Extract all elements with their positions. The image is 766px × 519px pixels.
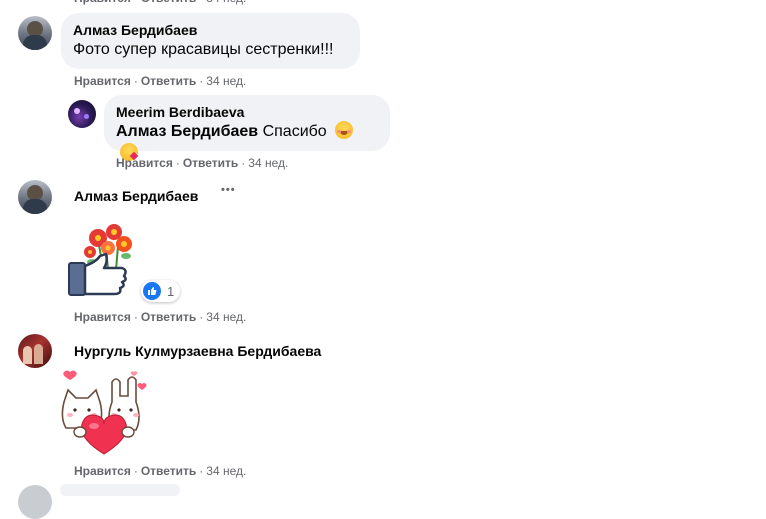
comment-actions-clipped: Нравится·Ответить·34 нед. [74, 0, 246, 6]
reply-bubble: Meerim Berdibaeva Алмаз Бердибаев Спасиб… [104, 95, 390, 161]
thumbs-up-with-flowers-sticker[interactable] [66, 216, 142, 300]
timestamp[interactable]: 34 нед. [206, 464, 246, 478]
like-link[interactable]: Нравится [116, 156, 173, 170]
avatar[interactable] [18, 334, 52, 368]
separator: · [199, 310, 204, 324]
cute-cats-with-heart-sticker[interactable] [58, 368, 152, 456]
mention-link[interactable]: Алмаз Бердибаев [116, 123, 258, 140]
comment-actions: Нравится · Ответить · 34 нед. [74, 309, 246, 325]
separator: · [199, 0, 203, 5]
reply-link[interactable]: Ответить [183, 156, 238, 170]
comment-actions: Нравится · Ответить · 34 нед. [74, 463, 246, 479]
avatar-body [23, 35, 47, 50]
sticker-graphic [61, 370, 147, 455]
comment-author[interactable]: Нургуль Кулмурзаевна Бердибаева [74, 342, 321, 360]
reply-link[interactable]: Ответить [141, 0, 196, 5]
like-link[interactable]: Нравится [74, 310, 131, 324]
separator: · [199, 464, 204, 478]
like-link[interactable]: Нравится [74, 0, 131, 5]
reply-link[interactable]: Ответить [141, 74, 196, 88]
separator: · [133, 74, 138, 88]
avatar-body [23, 199, 47, 214]
separator: · [175, 156, 180, 170]
timestamp[interactable]: 34 нед. [206, 74, 246, 88]
reply-text: Спасибо [262, 123, 327, 140]
comment-text: Фото супер красавицы сестренки!!! [73, 41, 334, 58]
comment-bubble: Алмаз Бердибаев Фото супер красавицы сес… [61, 13, 360, 69]
like-link[interactable]: Нравится [74, 464, 131, 478]
separator: · [134, 0, 138, 5]
heart-icon [63, 370, 77, 380]
avatar[interactable] [68, 100, 96, 128]
like-link[interactable]: Нравится [74, 74, 131, 88]
heart-icon [137, 383, 147, 390]
avatar[interactable] [18, 180, 52, 214]
avatar-light [84, 114, 89, 119]
avatar-edge [18, 485, 52, 519]
comment-author[interactable]: Meerim Berdibaeva [116, 103, 378, 121]
avatar[interactable] [18, 16, 52, 50]
like-reaction-icon [143, 282, 161, 300]
separator: · [199, 74, 204, 88]
reaction-summary[interactable]: 1 [141, 280, 181, 302]
comment-author[interactable]: Алмаз Бердибаев [74, 187, 198, 205]
sticker-graphic [68, 224, 132, 296]
comment-actions: Нравится · Ответить · 34 нед. [74, 73, 246, 89]
timestamp[interactable]: 34 нед. [206, 0, 246, 5]
comment-actions: Нравится · Ответить · 34 нед. [116, 155, 288, 171]
reply-link[interactable]: Ответить [141, 464, 196, 478]
next-comment-bubble-edge [60, 484, 180, 496]
avatar-light [74, 108, 80, 114]
separator: · [241, 156, 246, 170]
separator: · [133, 310, 138, 324]
reply-link[interactable]: Ответить [141, 310, 196, 324]
timestamp[interactable]: 34 нед. [206, 310, 246, 324]
avatar-figure [23, 346, 32, 364]
timestamp[interactable]: 34 нед. [248, 156, 288, 170]
separator: · [133, 464, 138, 478]
heart-icon [130, 371, 138, 376]
avatar-figure [34, 344, 43, 364]
more-options-icon[interactable]: ••• [221, 184, 236, 196]
smiling-face-icon [335, 121, 354, 139]
heart-icon [80, 414, 128, 455]
reaction-count: 1 [167, 283, 175, 299]
comment-author[interactable]: Алмаз Бердибаев [73, 21, 348, 39]
